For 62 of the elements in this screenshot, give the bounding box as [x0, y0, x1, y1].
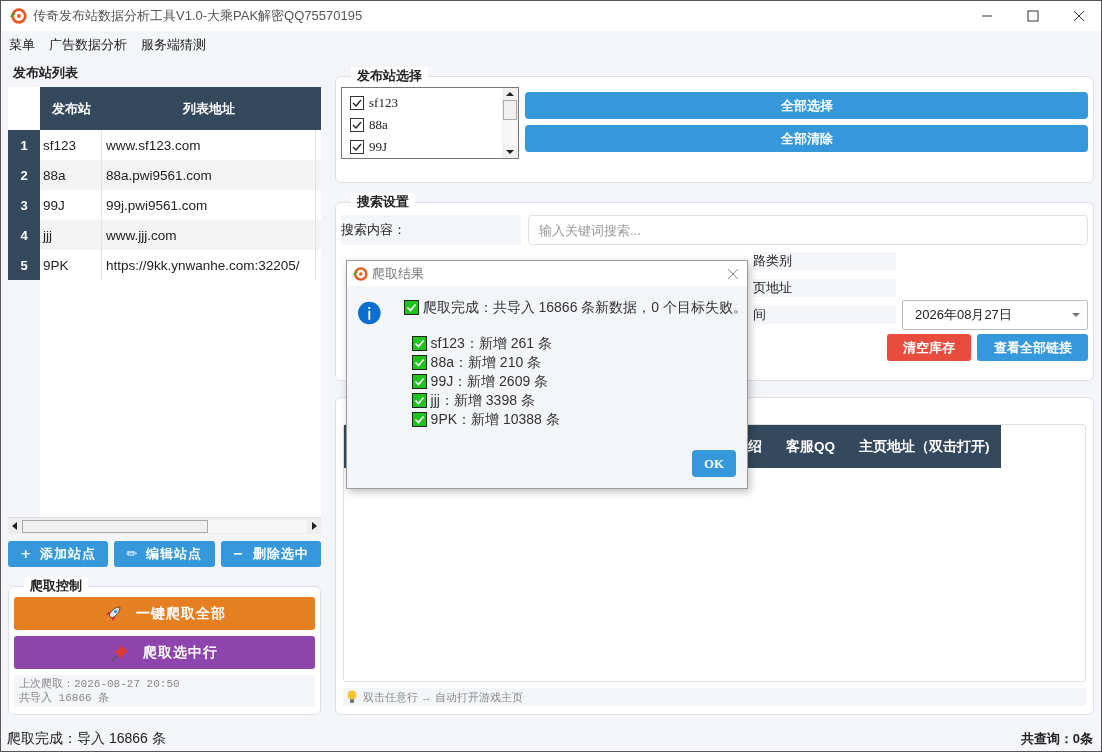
check-icon: [411, 374, 427, 389]
result-line: jjj：新增 3398 条: [430, 391, 535, 410]
result-line: 88a：新增 210 条: [430, 353, 542, 372]
rocket-icon: [103, 604, 122, 623]
table-cell[interactable]: 9PK: [40, 250, 102, 280]
menu-item[interactable]: 服务端猜测: [141, 36, 206, 54]
caret-icon: [1071, 311, 1081, 319]
result-line: 99J：新增 2609 条: [430, 372, 549, 391]
summary-text: 爬取完成：共导入 16866 条新数据，0 个目标失败。: [422, 298, 747, 317]
site-checkbox[interactable]: 99J: [350, 136, 502, 158]
crawl-info: 上次爬取：2026-08-27 20:50 共导入 16866 条: [14, 675, 315, 707]
vertical-scrollbar[interactable]: [502, 88, 518, 158]
check-icon: [411, 336, 427, 351]
table-cell[interactable]: https://9kk.ynwanhe.com:32205/: [102, 250, 316, 280]
row-number: 1: [8, 130, 40, 160]
window-title: 传奇发布站数据分析工具V1.0-大乘PAK解密QQ75570195: [33, 7, 363, 25]
pushpin-icon: [111, 643, 129, 662]
field-label: 搜索内容：: [341, 215, 521, 245]
lightbulb-icon: [347, 690, 357, 704]
menu-item[interactable]: 菜单: [9, 36, 35, 54]
checkmark-icon: [351, 141, 363, 153]
section-title: 发布站列表: [12, 64, 79, 82]
crawl-button[interactable]: 爬取选中行: [14, 636, 315, 669]
checkmark-icon: [351, 97, 363, 109]
field-label: 路类别: [753, 252, 896, 270]
checkmark-icon: [351, 119, 363, 131]
result-line: 9PK：新增 10388 条: [430, 410, 560, 429]
group-title: 爬取控制: [24, 577, 88, 595]
header-corner: [8, 87, 40, 130]
app-logo-icon: [352, 265, 368, 282]
status-text: 爬取完成：导入 16866 条: [7, 730, 166, 748]
field-label: 间: [753, 306, 896, 324]
column-header: 客服QQ: [786, 437, 835, 456]
check-icon: [411, 393, 427, 408]
result-line: sf123：新增 261 条: [430, 334, 552, 353]
check-icon: [411, 412, 427, 427]
column-header: 绍: [748, 437, 762, 456]
close-icon[interactable]: [1073, 10, 1085, 22]
check-icon: [411, 355, 427, 370]
group-title: 搜索设置: [351, 193, 415, 211]
app-logo-icon: [9, 7, 27, 25]
date-dropdown[interactable]: 2026年08月27日: [902, 300, 1088, 330]
check-icon: [403, 300, 419, 315]
site-checkbox[interactable]: 88a: [350, 114, 502, 136]
tip-text: 双击任意行 → 自动打开游戏主页: [363, 689, 524, 705]
dialog-title: 爬取结果: [372, 264, 424, 283]
column-header: 发布站: [51, 99, 92, 118]
maximize-icon[interactable]: [1027, 10, 1039, 22]
row-number: 5: [8, 250, 40, 280]
field-label: 页地址: [753, 279, 896, 297]
action-button[interactable]: 清空库存: [887, 334, 971, 361]
column-header: 列表地址: [182, 99, 236, 118]
query-count: 共查询：0条: [1020, 730, 1093, 748]
horizontal-scrollbar[interactable]: [8, 517, 321, 534]
row-number: 2: [8, 160, 40, 190]
menu-item[interactable]: 广告数据分析: [49, 36, 127, 54]
group-title: 发布站选择: [351, 67, 428, 85]
site-checkbox[interactable]: sf123: [350, 92, 502, 114]
column-header: 主页地址（双击打开): [859, 437, 990, 456]
search-field[interactable]: 输入关键词搜索...: [528, 215, 1088, 245]
row-number: 4: [8, 220, 40, 250]
row-number: 3: [8, 190, 40, 220]
